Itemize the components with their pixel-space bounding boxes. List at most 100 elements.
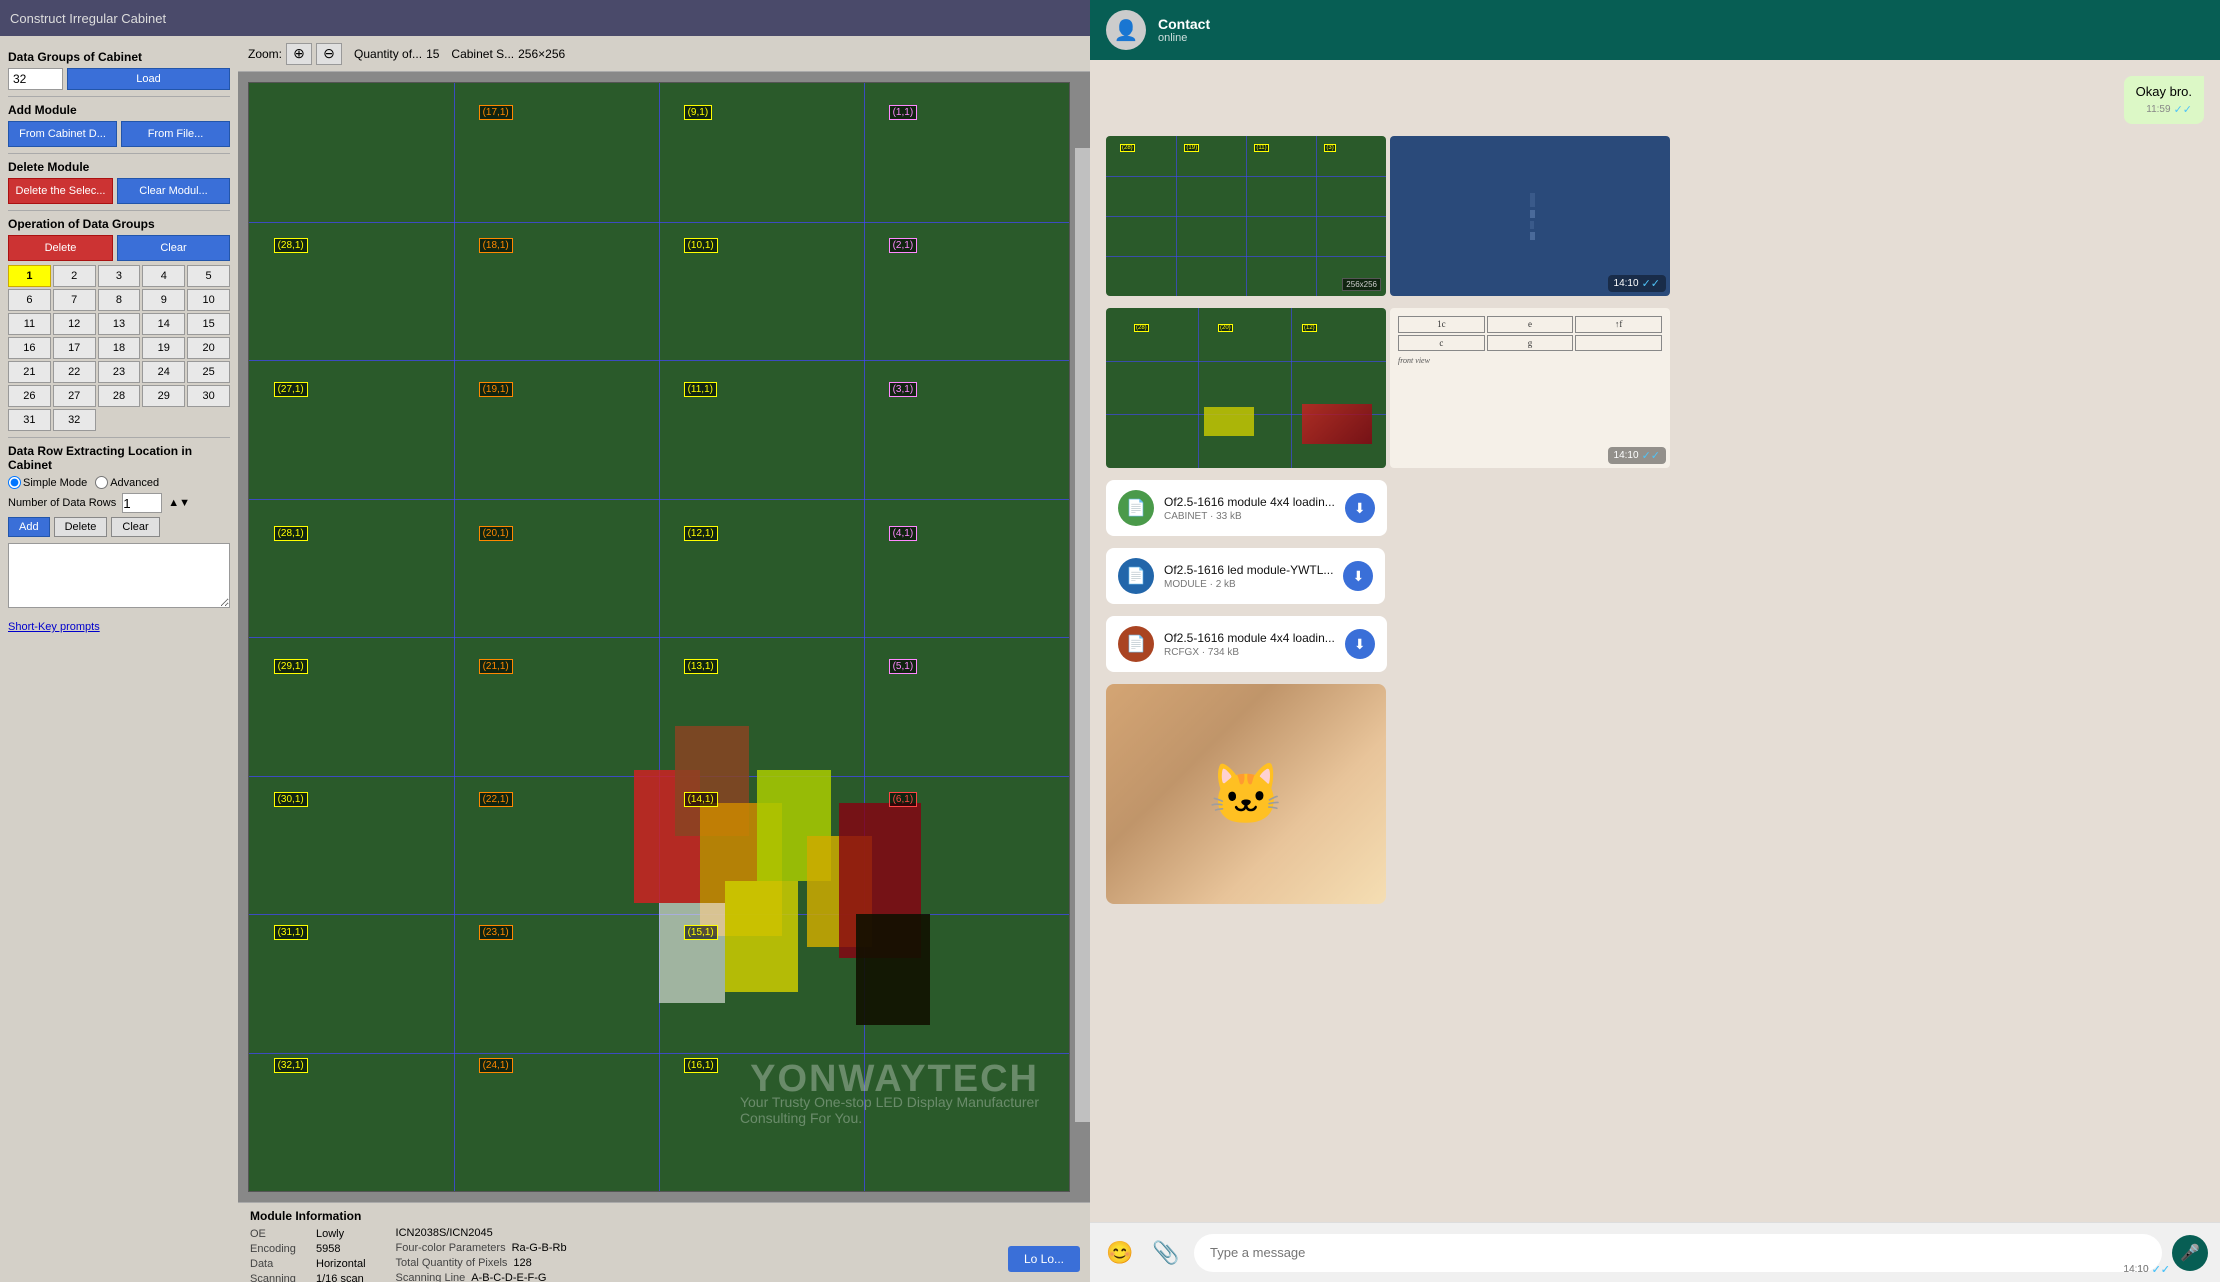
clear-op-button[interactable]: Clear xyxy=(117,235,230,261)
num-cell-15[interactable]: 15 xyxy=(187,313,230,335)
num-cell-9[interactable]: 9 xyxy=(142,289,185,311)
canvas-wrapper[interactable]: (17,1) (9,1) (1,1) (28,1) (18,1) (10,1) … xyxy=(238,72,1090,1202)
add-data-btn[interactable]: Add xyxy=(8,517,50,537)
num-cell-5[interactable]: 5 xyxy=(187,265,230,287)
media-thumb-2[interactable] xyxy=(1390,136,1670,296)
num-cell-1[interactable]: 1 xyxy=(8,265,51,287)
wa-header: 👤 Contact online xyxy=(1090,0,2220,60)
operation-title: Operation of Data Groups xyxy=(8,217,230,231)
num-cell-22[interactable]: 22 xyxy=(53,361,96,383)
load-button[interactable]: Load xyxy=(67,68,230,90)
cabinet-size-value: 256×256 xyxy=(518,47,565,61)
num-cell-10[interactable]: 10 xyxy=(187,289,230,311)
data-groups-spinner[interactable] xyxy=(8,68,63,90)
delete-module-title: Delete Module xyxy=(8,160,230,174)
num-cell-8[interactable]: 8 xyxy=(98,289,141,311)
num-cell-23[interactable]: 23 xyxy=(98,361,141,383)
num-cell-32[interactable]: 32 xyxy=(53,409,96,431)
delete-sel-button[interactable]: Delete the Selec... xyxy=(8,178,113,204)
num-cell-3[interactable]: 3 xyxy=(98,265,141,287)
data-textarea[interactable] xyxy=(8,543,230,608)
num-cell-11[interactable]: 11 xyxy=(8,313,51,335)
num-cell-21[interactable]: 21 xyxy=(8,361,51,383)
num-cell-25[interactable]: 25 xyxy=(187,361,230,383)
emoji-button[interactable]: 😊 xyxy=(1102,1235,1138,1271)
num-cell-16[interactable]: 16 xyxy=(8,337,51,359)
file-message-3: 📄 Of2.5-1616 module 4x4 loadin... RCFGX … xyxy=(1106,616,1387,672)
from-cabinet-button[interactable]: From Cabinet D... xyxy=(8,121,117,147)
num-cell-30[interactable]: 30 xyxy=(187,385,230,407)
num-cell-17[interactable]: 17 xyxy=(53,337,96,359)
file-icon-1: 📄 xyxy=(1118,490,1154,526)
media-thumb-4[interactable]: 1c e ↑f c g front view xyxy=(1390,308,1670,468)
sent-text: Okay bro. xyxy=(2136,84,2192,99)
zoom-in-button[interactable]: ⊕ xyxy=(286,43,312,65)
app-title: Construct Irregular Cabinet xyxy=(10,11,166,26)
num-cell-7[interactable]: 7 xyxy=(53,289,96,311)
num-cell-14[interactable]: 14 xyxy=(142,313,185,335)
module-label: (30,1) xyxy=(274,792,308,807)
module-label: (6,1) xyxy=(889,792,918,807)
led-canvas[interactable]: (17,1) (9,1) (1,1) (28,1) (18,1) (10,1) … xyxy=(248,82,1070,1192)
data-groups-title: Data Groups of Cabinet xyxy=(8,50,230,64)
num-cell-12[interactable]: 12 xyxy=(53,313,96,335)
clear-data-btn[interactable]: Clear xyxy=(111,517,159,537)
zoom-out-button[interactable]: ⊖ xyxy=(316,43,342,65)
canvas-area: Zoom: ⊕ ⊖ Quantity of... 15 Cabinet S...… xyxy=(238,36,1090,1282)
total-pixels-label: Total Quantity of Pixels xyxy=(396,1257,508,1269)
title-bar: Construct Irregular Cabinet xyxy=(0,0,1090,36)
attach-button[interactable]: 📎 xyxy=(1148,1235,1184,1271)
module-label: (22,1) xyxy=(479,792,513,807)
wa-messages[interactable]: Okay bro. 11:59 ✓✓ (28) xyxy=(1090,60,2220,1222)
module-label: (1,1) xyxy=(889,105,918,120)
media-thumb-3[interactable]: (28) (20) (12) xyxy=(1106,308,1386,468)
num-cell-31[interactable]: 31 xyxy=(8,409,51,431)
download-btn-3[interactable]: ⬇ xyxy=(1345,629,1375,659)
scanning-line-value: A-B-C-D-E-F-G xyxy=(471,1272,546,1282)
module-label: (31,1) xyxy=(274,925,308,940)
from-file-button[interactable]: From File... xyxy=(121,121,230,147)
module-label: (29,1) xyxy=(274,659,308,674)
num-cell-28[interactable]: 28 xyxy=(98,385,141,407)
cat-image-bubble: 🐱 xyxy=(1106,684,1386,904)
clear-module-button[interactable]: Clear Modul... xyxy=(117,178,230,204)
download-btn-2[interactable]: ⬇ xyxy=(1343,561,1373,591)
media-thumb-1[interactable]: (28) (19) (11) (3) 256x256 xyxy=(1106,136,1386,296)
vertical-scrollbar[interactable] xyxy=(1074,108,1090,1122)
num-cell-26[interactable]: 26 xyxy=(8,385,51,407)
quantity-value: 15 xyxy=(426,47,439,61)
simple-mode-radio[interactable]: Simple Mode xyxy=(8,476,87,489)
bottom-button[interactable]: Lo Lo... xyxy=(1008,1246,1080,1272)
num-cell-29[interactable]: 29 xyxy=(142,385,185,407)
num-cell-24[interactable]: 24 xyxy=(142,361,185,383)
num-data-rows-input[interactable] xyxy=(122,493,162,513)
media-group-2: (28) (20) (12) 1c e ↑f c xyxy=(1106,308,1670,468)
watermark-brand: YONWAYTECH xyxy=(750,1058,1039,1101)
num-cell-20[interactable]: 20 xyxy=(187,337,230,359)
num-cell-18[interactable]: 18 xyxy=(98,337,141,359)
module-label: (2,1) xyxy=(889,238,918,253)
num-cell-4[interactable]: 4 xyxy=(142,265,185,287)
four-color-label: Four-color Parameters xyxy=(396,1242,506,1254)
module-label: (28,1) xyxy=(274,238,308,253)
num-cell-2[interactable]: 2 xyxy=(53,265,96,287)
media-time-1: 14:10 xyxy=(1614,278,1639,289)
file3-name: Of2.5-1616 module 4x4 loadin... xyxy=(1164,631,1335,645)
num-cell-19[interactable]: 19 xyxy=(142,337,185,359)
message-input[interactable] xyxy=(1194,1234,2162,1272)
num-cell-27[interactable]: 27 xyxy=(53,385,96,407)
module-label: (19,1) xyxy=(479,382,513,397)
module-label: (13,1) xyxy=(684,659,718,674)
module-info-title: Module Information xyxy=(250,1209,366,1223)
num-cell-13[interactable]: 13 xyxy=(98,313,141,335)
download-btn-1[interactable]: ⬇ xyxy=(1345,493,1375,523)
num-cell-6[interactable]: 6 xyxy=(8,289,51,311)
send-button[interactable]: 🎤 xyxy=(2172,1235,2208,1271)
delete-data-btn[interactable]: Delete xyxy=(54,517,108,537)
advanced-radio[interactable]: Advanced xyxy=(95,476,159,489)
num-data-rows-label: Number of Data Rows xyxy=(8,497,116,509)
shortkey-link[interactable]: Short-Key prompts xyxy=(8,621,100,633)
module-label: (27,1) xyxy=(274,382,308,397)
four-color-value: Ra-G-B-Rb xyxy=(512,1242,567,1254)
delete-op-button[interactable]: Delete xyxy=(8,235,113,261)
